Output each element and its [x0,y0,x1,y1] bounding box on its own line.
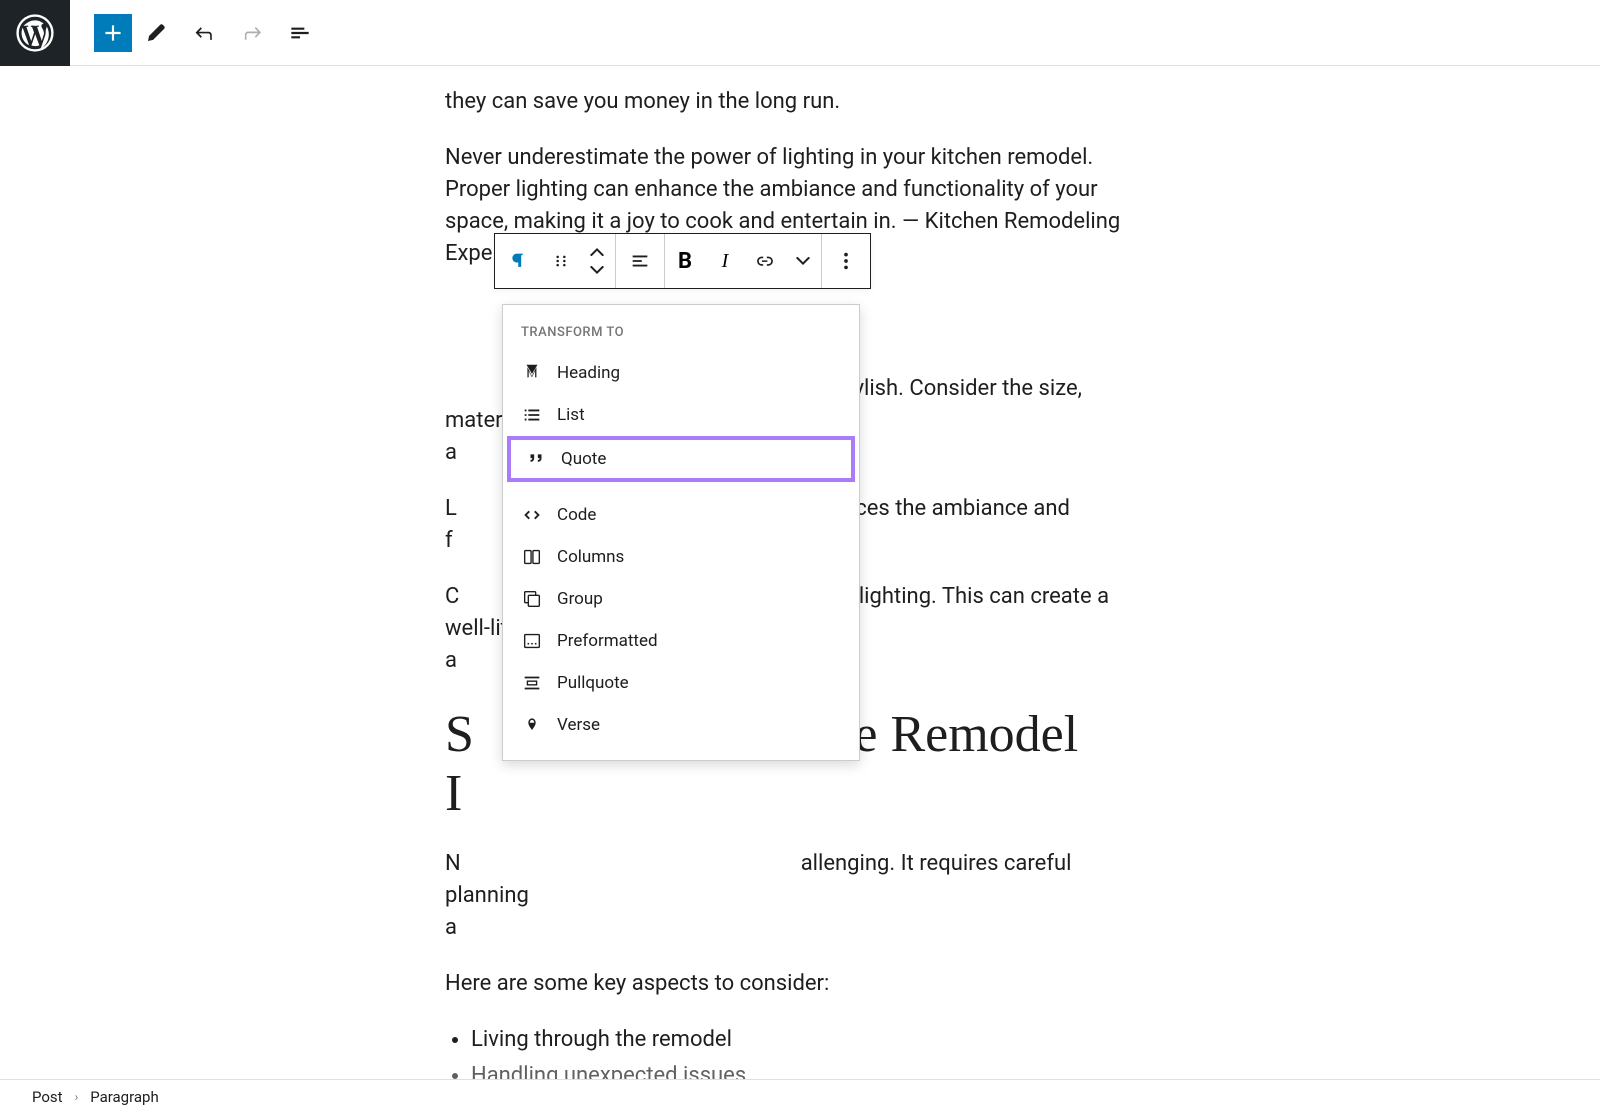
transform-menu-header: TRANSFORM TO [503,319,859,352]
transform-item-label: Pullquote [557,673,629,693]
options-button[interactable] [822,234,870,288]
verse-icon [521,714,543,736]
link-button[interactable] [745,234,785,288]
redo-button [228,9,276,57]
bold-button[interactable]: B [665,234,705,288]
text-fragment: C [445,584,459,609]
text-fragment: N [445,851,461,876]
text-fragment: a [445,648,457,673]
transform-item-list[interactable]: List [503,394,859,436]
tools-button[interactable] [132,9,180,57]
transform-item-quote[interactable]: Quote [507,436,855,482]
transform-item-group[interactable]: Group [503,578,859,620]
breadcrumb-item[interactable]: Paragraph [90,1088,159,1106]
align-icon [629,250,651,272]
heading-icon [521,362,543,384]
list-item[interactable]: Handling unexpected issues [471,1060,1155,1079]
more-rich-text-button[interactable] [785,234,821,288]
more-vertical-icon [835,250,857,272]
block-breadcrumb: Post › Paragraph [0,1079,1600,1113]
block-type-button[interactable] [495,234,543,288]
move-block-buttons[interactable] [579,234,615,288]
text-fragment: a [445,915,457,940]
text-fragment: S [445,706,474,763]
paragraph-icon [508,250,530,272]
chevron-right-icon: › [75,1090,79,1104]
list-block[interactable]: Living through the remodel Handling unex… [445,1024,1155,1079]
bold-icon: B [678,249,692,274]
transform-item-label: Quote [561,449,606,469]
wordpress-icon [16,14,54,52]
document-overview-button[interactable] [276,9,324,57]
list-item[interactable]: Living through the remodel [471,1024,1155,1056]
paragraph-partial[interactable]: N allenging. It requires careful plannin… [445,848,1155,944]
columns-icon [521,546,543,568]
preformatted-icon [521,630,543,652]
top-toolbar [0,0,1600,66]
drag-handle-button[interactable] [543,234,579,288]
edit-icon [144,21,168,45]
chevron-up-icon [590,248,604,256]
chevron-down-icon [590,266,604,274]
transform-to-menu: TRANSFORM TO Heading List Quote Code Col… [502,304,860,761]
italic-button[interactable]: I [705,234,745,288]
block-toolbar: B I [494,233,871,289]
code-icon [521,504,543,526]
paragraph-block[interactable]: they can save you money in the long run. [445,86,1155,118]
drag-icon [551,251,571,271]
transform-item-heading[interactable]: Heading [503,352,859,394]
text-fragment: f [445,528,453,553]
italic-icon: I [722,250,729,273]
transform-item-label: Columns [557,547,624,567]
transform-item-label: Verse [557,715,600,735]
transform-item-label: Heading [557,363,620,383]
transform-item-label: Preformatted [557,631,658,651]
transform-item-label: Group [557,589,603,609]
transform-item-label: List [557,405,585,425]
transform-item-label: Code [557,505,596,525]
breadcrumb-item[interactable]: Post [32,1088,63,1106]
transform-item-pullquote[interactable]: Pullquote [503,662,859,704]
pullquote-icon [521,672,543,694]
undo-icon [191,20,217,46]
transform-item-preformatted[interactable]: Preformatted [503,620,859,662]
undo-button[interactable] [180,9,228,57]
wordpress-logo[interactable] [0,0,70,66]
text-fragment: a [445,440,457,465]
list-view-icon [287,20,313,46]
text-fragment: I [445,765,462,822]
transform-item-code[interactable]: Code [503,494,859,536]
link-icon [754,250,776,272]
add-block-button[interactable] [94,14,132,52]
quote-icon [525,448,547,470]
group-icon [521,588,543,610]
transform-item-verse[interactable]: Verse [503,704,859,746]
chevron-down-icon [796,257,810,265]
list-icon [521,404,543,426]
transform-item-columns[interactable]: Columns [503,536,859,578]
plus-icon [100,20,126,46]
paragraph-block[interactable]: Here are some key aspects to consider: [445,968,1155,1000]
align-button[interactable] [616,234,664,288]
redo-icon [239,20,265,46]
text-fragment: L [445,496,457,521]
